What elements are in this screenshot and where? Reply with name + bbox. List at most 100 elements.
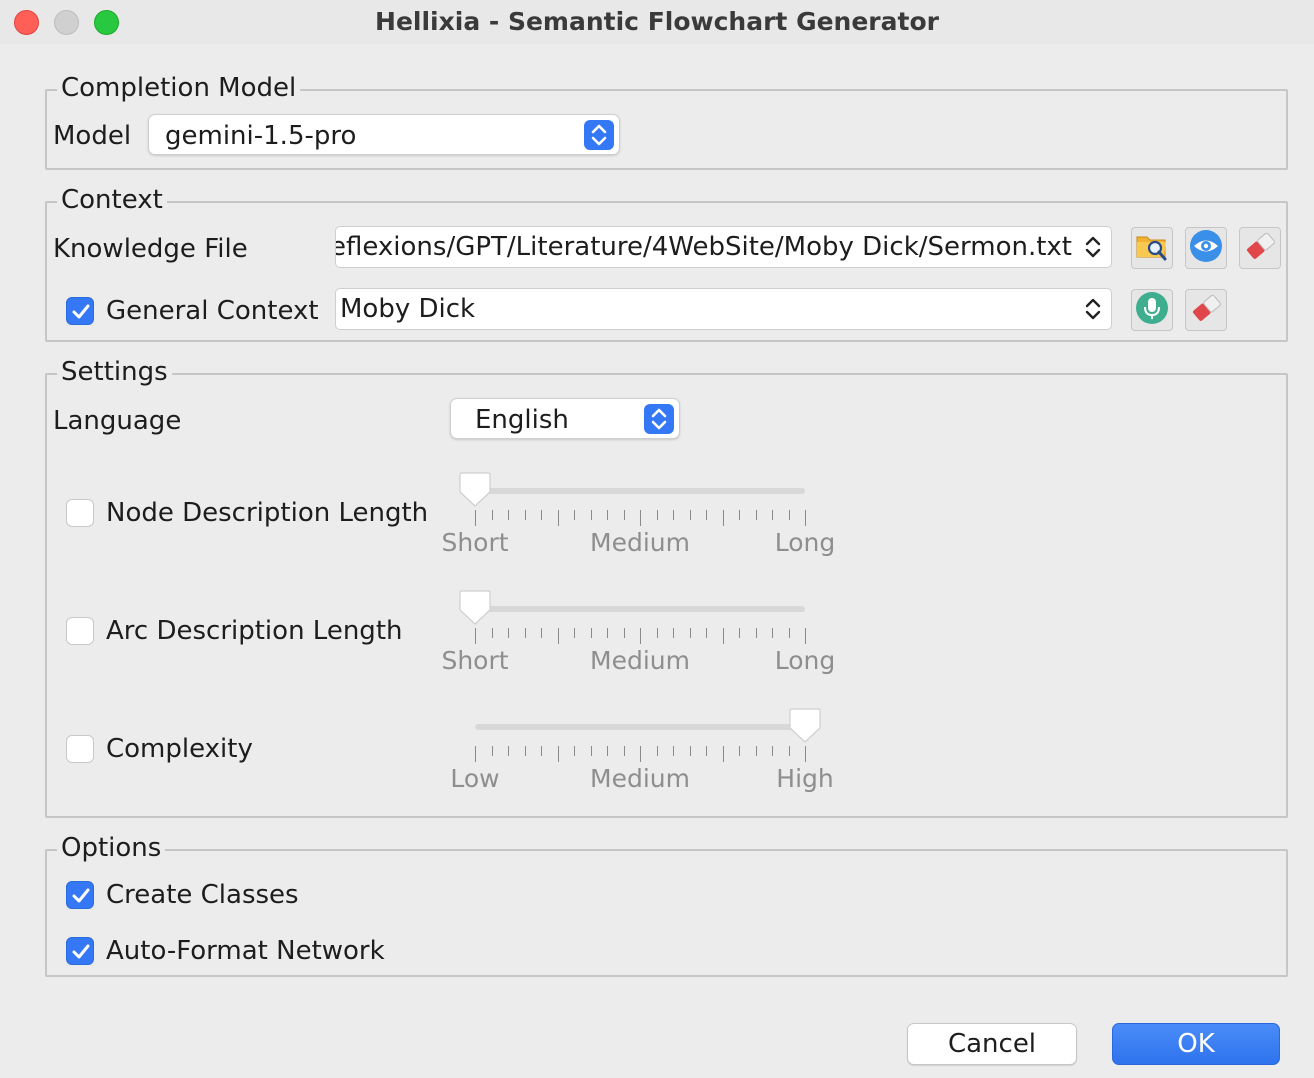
language-label: Language xyxy=(53,406,182,436)
slider-ticks xyxy=(475,628,806,646)
knowledge-file-label: Knowledge File xyxy=(53,234,248,264)
browse-folder-icon xyxy=(1135,230,1169,266)
slider-ticks xyxy=(475,510,806,528)
slider-tick xyxy=(557,628,559,644)
view-file-button[interactable] xyxy=(1185,227,1227,269)
slider-thumb[interactable] xyxy=(788,708,822,744)
eye-icon xyxy=(1189,229,1223,267)
slider-tick xyxy=(739,628,740,638)
slider-tick xyxy=(475,628,476,644)
cancel-button[interactable]: Cancel xyxy=(907,1023,1077,1065)
slider-label-mid: Medium xyxy=(590,764,690,793)
slider-tick xyxy=(755,746,757,756)
options-legend: Options xyxy=(57,833,166,863)
arc-description-checkbox[interactable] xyxy=(66,617,94,645)
slider-tick xyxy=(739,510,740,520)
slider-tick xyxy=(574,628,575,638)
clear-context-button[interactable] xyxy=(1185,289,1227,331)
auto-format-checkbox[interactable] xyxy=(66,937,94,965)
slider-tick xyxy=(475,746,476,762)
slider-tick xyxy=(689,510,691,520)
slider-thumb[interactable] xyxy=(458,590,492,626)
updown-chevron-icon xyxy=(1081,295,1105,323)
slider-tick xyxy=(805,628,806,644)
complexity-checkbox[interactable] xyxy=(66,735,94,763)
general-context-checkbox[interactable] xyxy=(66,297,94,325)
slider-tick xyxy=(557,510,559,526)
node-description-checkbox[interactable] xyxy=(66,499,94,527)
slider-tick xyxy=(640,746,641,762)
eraser-icon xyxy=(1189,291,1223,329)
slider-tick xyxy=(772,746,773,756)
slider-tick xyxy=(491,746,493,756)
window-title: Hellixia - Semantic Flowchart Generator xyxy=(375,7,939,36)
browse-file-button[interactable] xyxy=(1131,227,1173,269)
model-select[interactable]: gemini-1.5-pro xyxy=(148,114,620,155)
slider-label-low: Short xyxy=(441,528,509,557)
slider-tick xyxy=(673,510,674,520)
clear-knowledge-file-button[interactable] xyxy=(1239,227,1281,269)
general-context-combo[interactable]: Moby Dick xyxy=(335,288,1112,330)
slider-tick xyxy=(524,746,526,756)
slider-tick xyxy=(574,510,575,520)
slider-tick xyxy=(673,746,674,756)
slider-tick xyxy=(623,746,625,756)
node-description-slider[interactable]: Short Medium Long xyxy=(441,472,865,586)
slider-tick xyxy=(706,628,707,638)
node-description-label: Node Description Length xyxy=(106,498,429,528)
slider-tick xyxy=(541,628,542,638)
dictate-context-button[interactable] xyxy=(1131,289,1173,331)
slider-tick xyxy=(607,628,608,638)
slider-tick xyxy=(755,510,757,520)
slider-tick xyxy=(706,746,707,756)
slider-label-low: Low xyxy=(450,764,500,793)
slider-tick xyxy=(656,746,658,756)
slider-tick xyxy=(788,746,790,756)
knowledge-file-value: eflexions/GPT/Literature/4WebSite/Moby D… xyxy=(335,232,1072,262)
completion-model-legend: Completion Model xyxy=(57,73,301,103)
arc-description-label: Arc Description Length xyxy=(106,616,403,646)
slider-tick xyxy=(491,628,493,638)
slider-thumb[interactable] xyxy=(458,472,492,508)
slider-label-high: High xyxy=(776,764,834,793)
slider-tick xyxy=(722,510,724,526)
settings-legend: Settings xyxy=(57,357,172,387)
auto-format-label: Auto-Format Network xyxy=(106,936,385,966)
slider-tick xyxy=(772,628,773,638)
model-select-value: gemini-1.5-pro xyxy=(165,121,357,151)
eraser-icon xyxy=(1243,229,1277,267)
complexity-slider[interactable]: Low Medium High xyxy=(445,708,865,822)
slider-tick xyxy=(574,746,575,756)
language-select-value: English xyxy=(475,405,569,435)
slider-tick xyxy=(607,746,608,756)
slider-tick xyxy=(722,628,724,644)
create-classes-checkbox[interactable] xyxy=(66,881,94,909)
slider-label-high: Long xyxy=(774,528,836,557)
slider-tick xyxy=(524,510,526,520)
slider-tick xyxy=(508,628,509,638)
context-legend: Context xyxy=(57,185,167,215)
slider-track xyxy=(475,606,805,612)
slider-tick xyxy=(673,628,674,638)
slider-label-high: Long xyxy=(774,646,836,675)
slider-label-mid: Medium xyxy=(590,528,690,557)
slider-tick xyxy=(508,510,509,520)
slider-tick xyxy=(640,510,641,526)
ok-button[interactable]: OK xyxy=(1112,1023,1280,1065)
slider-tick xyxy=(524,628,526,638)
knowledge-file-combo[interactable]: eflexions/GPT/Literature/4WebSite/Moby D… xyxy=(335,226,1112,268)
slider-tick xyxy=(788,628,790,638)
language-select[interactable]: English xyxy=(450,398,680,439)
slider-tick xyxy=(739,746,740,756)
general-context-label: General Context xyxy=(106,296,319,326)
arc-description-slider[interactable]: Short Medium Long xyxy=(441,590,865,704)
create-classes-label: Create Classes xyxy=(106,880,299,910)
slider-tick xyxy=(590,628,592,638)
slider-tick xyxy=(508,746,509,756)
slider-tick xyxy=(491,510,493,520)
slider-track xyxy=(475,724,805,730)
updown-chevron-icon xyxy=(1081,233,1105,261)
microphone-icon xyxy=(1135,291,1169,329)
slider-tick xyxy=(623,628,625,638)
slider-tick xyxy=(788,510,790,520)
